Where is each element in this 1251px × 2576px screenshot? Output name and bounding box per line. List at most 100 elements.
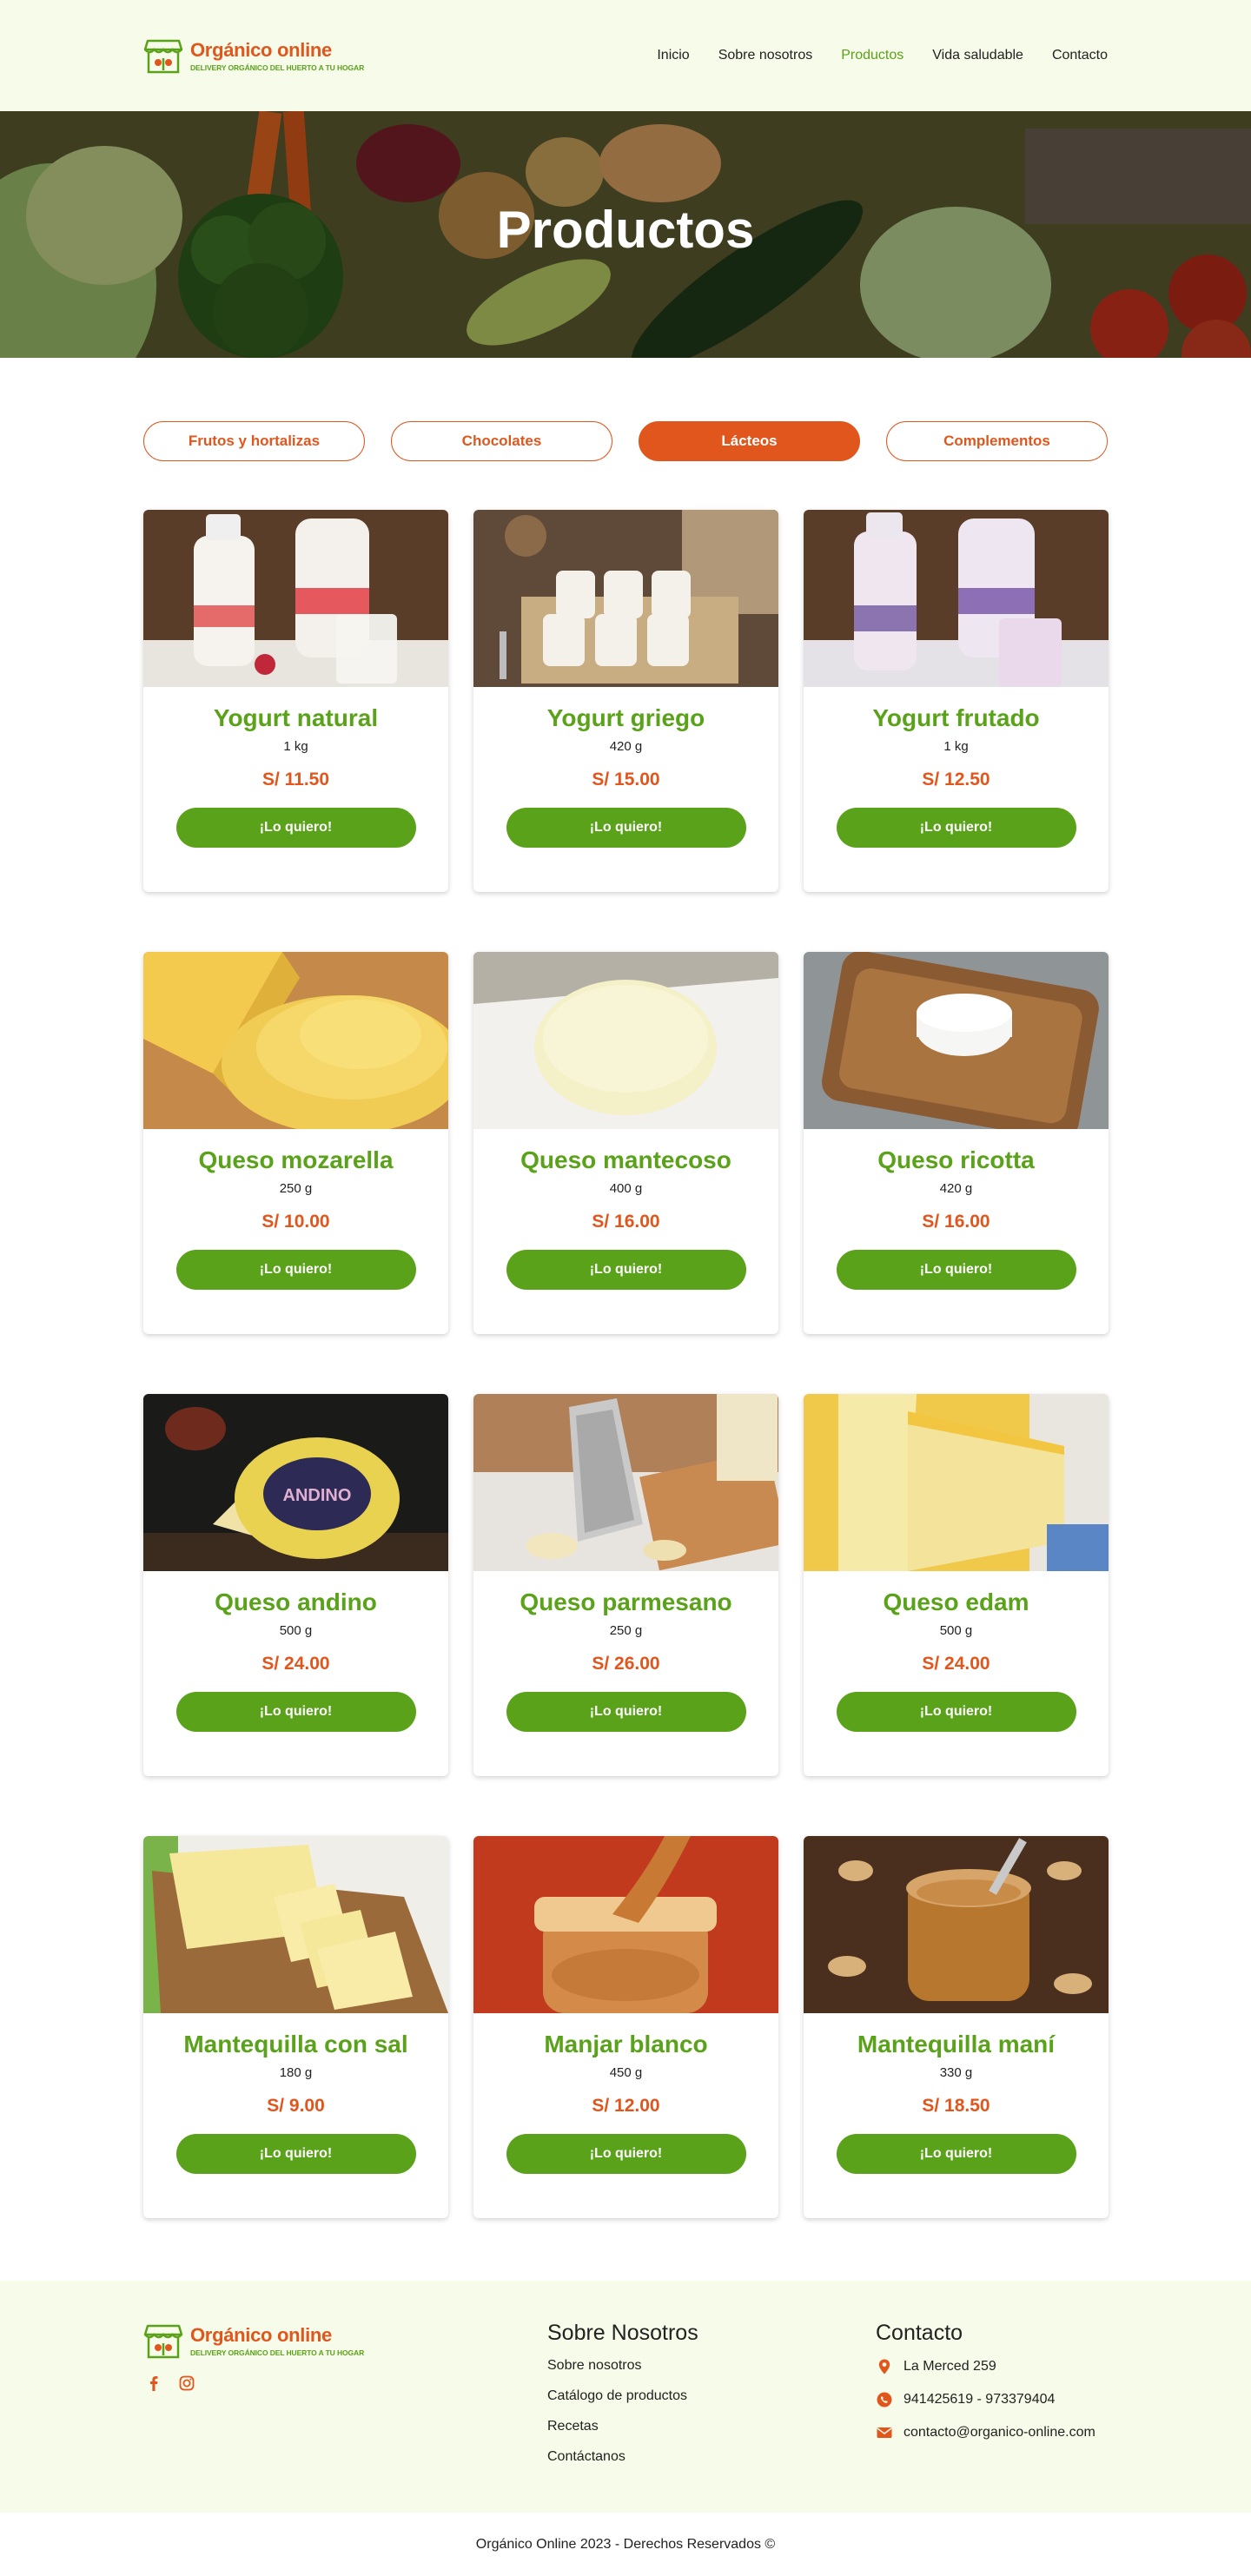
product-card: Yogurt griego 420 g S/ 15.00 ¡Lo quiero! — [473, 510, 778, 892]
add-to-cart-button[interactable]: ¡Lo quiero! — [175, 808, 416, 848]
add-to-cart-button[interactable]: ¡Lo quiero! — [506, 1250, 746, 1290]
add-to-cart-button[interactable]: ¡Lo quiero! — [506, 808, 746, 848]
product-weight: 420 g — [939, 1181, 973, 1196]
footer-address: La Merced 259 — [904, 2359, 996, 2374]
add-to-cart-button[interactable]: ¡Lo quiero! — [836, 2134, 1076, 2174]
product-weight: 500 g — [279, 1623, 313, 1638]
category-filters: Frutos y hortalizas Chocolates Lácteos C… — [0, 421, 1251, 461]
product-image-queso-parmesano — [473, 1394, 778, 1571]
market-stall-icon — [143, 2324, 183, 2359]
product-price: S/ 15.00 — [592, 769, 660, 789]
andino-label-text: ANDINO — [283, 1486, 352, 1505]
social-links — [143, 2375, 547, 2392]
nav-inicio[interactable]: Inicio — [657, 48, 689, 63]
product-price: S/ 24.00 — [261, 1654, 330, 1674]
location-pin-icon — [876, 2358, 893, 2375]
whatsapp-icon — [876, 2391, 893, 2408]
footer-contact-heading: Contacto — [876, 2321, 963, 2345]
brand-tagline: DELIVERY ORGÁNICO DEL HUERTO A TU HOGAR — [190, 63, 365, 72]
filter-lacteos[interactable]: Lácteos — [639, 421, 860, 461]
add-to-cart-button[interactable]: ¡Lo quiero! — [836, 1250, 1076, 1290]
add-to-cart-button[interactable]: ¡Lo quiero! — [175, 1692, 416, 1732]
product-card: Yogurt natural 1 kg S/ 11.50 ¡Lo quiero! — [143, 510, 448, 892]
footer-brand-logo[interactable]: Orgánico online DELIVERY ORGÁNICO DEL HU… — [143, 2321, 547, 2361]
product-weight: 330 g — [939, 2065, 973, 2080]
add-to-cart-button[interactable]: ¡Lo quiero! — [506, 1692, 746, 1732]
filter-chocolates[interactable]: Chocolates — [391, 421, 612, 461]
nav-vida-saludable[interactable]: Vida saludable — [932, 48, 1023, 63]
add-to-cart-button[interactable]: ¡Lo quiero! — [175, 1250, 416, 1290]
product-weight: 420 g — [609, 739, 643, 754]
product-price: S/ 16.00 — [592, 1212, 660, 1232]
product-price: S/ 18.50 — [922, 2096, 990, 2116]
product-image-queso-andino: ANDINO — [143, 1394, 448, 1571]
product-weight: 180 g — [279, 2065, 313, 2080]
product-name: Queso edam — [883, 1589, 1029, 1615]
product-name: Queso andino — [215, 1589, 377, 1615]
product-name: Queso mozarella — [198, 1146, 394, 1173]
product-card: Manjar blanco 450 g S/ 12.00 ¡Lo quiero! — [473, 1836, 778, 2218]
product-name: Mantequilla con sal — [183, 2031, 408, 2057]
product-grid: Yogurt natural 1 kg S/ 11.50 ¡Lo quiero! — [0, 510, 1251, 2218]
product-name: Mantequilla maní — [857, 2031, 1056, 2057]
add-to-cart-button[interactable]: ¡Lo quiero! — [506, 2134, 746, 2174]
product-price: S/ 24.00 — [922, 1654, 990, 1674]
footer-contact: Contacto La Merced 259 941425619 - 97337… — [876, 2321, 1108, 2513]
footer-about-heading: Sobre Nosotros — [547, 2321, 698, 2345]
product-card: Queso ricotta 420 g S/ 16.00 ¡Lo quiero! — [804, 952, 1109, 1334]
product-name: Queso mantecoso — [520, 1146, 731, 1173]
product-image-manjar-blanco — [473, 1836, 778, 2013]
product-name: Queso ricotta — [877, 1146, 1035, 1173]
product-image-queso-mantecoso — [473, 952, 778, 1129]
facebook-icon[interactable] — [145, 2375, 162, 2392]
footer-phones: 941425619 - 973379404 — [904, 2392, 1056, 2407]
add-to-cart-button[interactable]: ¡Lo quiero! — [175, 2134, 416, 2174]
main-nav: Inicio Sobre nosotros Productos Vida sal… — [657, 48, 1108, 63]
filter-complementos[interactable]: Complementos — [886, 421, 1108, 461]
product-card: ANDINO Queso andino 500 g S/ 24.00 ¡Lo q… — [143, 1394, 448, 1776]
site-footer: Orgánico online DELIVERY ORGÁNICO DEL HU… — [0, 2281, 1251, 2513]
brand-name: Orgánico online — [190, 39, 332, 61]
hero-banner: Productos — [0, 111, 1251, 358]
product-image-queso-edam — [804, 1394, 1109, 1571]
product-card: Queso parmesano 250 g S/ 26.00 ¡Lo quier… — [473, 1394, 778, 1776]
copyright-text: Orgánico Online 2023 - Derechos Reservad… — [475, 2536, 776, 2552]
footer-about: Sobre Nosotros Sobre nosotros Catálogo d… — [547, 2321, 876, 2513]
product-name: Yogurt natural — [213, 704, 379, 731]
product-card: Queso mozarella 250 g S/ 10.00 ¡Lo quier… — [143, 952, 448, 1334]
product-image-queso-ricotta — [804, 952, 1109, 1129]
brand-logo[interactable]: Orgánico online DELIVERY ORGÁNICO DEL HU… — [143, 36, 364, 76]
product-weight: 400 g — [609, 1181, 643, 1196]
footer-email[interactable]: contacto@organico-online.com — [904, 2425, 1095, 2441]
product-price: S/ 26.00 — [592, 1654, 660, 1674]
product-name: Yogurt griego — [546, 704, 705, 731]
product-image-queso-mozarella — [143, 952, 448, 1129]
nav-productos[interactable]: Productos — [841, 48, 904, 63]
footer-link-recetas[interactable]: Recetas — [547, 2419, 876, 2434]
product-weight: 450 g — [609, 2065, 643, 2080]
add-to-cart-button[interactable]: ¡Lo quiero! — [836, 808, 1076, 848]
product-weight: 1 kg — [943, 739, 969, 754]
nav-contacto[interactable]: Contacto — [1052, 48, 1108, 63]
product-price: S/ 12.00 — [592, 2096, 660, 2116]
product-image-mantequilla-con-sal — [143, 1836, 448, 2013]
instagram-icon[interactable] — [178, 2375, 195, 2392]
product-weight: 500 g — [939, 1623, 973, 1638]
footer-link-contactanos[interactable]: Contáctanos — [547, 2449, 876, 2465]
footer-link-catalogo[interactable]: Catálogo de productos — [547, 2388, 876, 2404]
product-image-yogurt-griego — [473, 510, 778, 687]
footer-link-sobre-nosotros[interactable]: Sobre nosotros — [547, 2358, 876, 2374]
product-weight: 1 kg — [283, 739, 308, 754]
product-weight: 250 g — [609, 1623, 643, 1638]
product-price: S/ 11.50 — [261, 769, 330, 789]
product-weight: 250 g — [279, 1181, 313, 1196]
product-card: Queso mantecoso 400 g S/ 16.00 ¡Lo quier… — [473, 952, 778, 1334]
nav-sobre-nosotros[interactable]: Sobre nosotros — [718, 48, 813, 63]
envelope-icon — [876, 2424, 893, 2441]
add-to-cart-button[interactable]: ¡Lo quiero! — [836, 1692, 1076, 1732]
filter-frutos-hortalizas[interactable]: Frutos y hortalizas — [143, 421, 365, 461]
product-name: Queso parmesano — [520, 1589, 732, 1615]
product-card: Queso edam 500 g S/ 24.00 ¡Lo quiero! — [804, 1394, 1109, 1776]
brand-tagline: DELIVERY ORGÁNICO DEL HUERTO A TU HOGAR — [190, 2348, 365, 2357]
market-stall-icon — [143, 39, 183, 74]
